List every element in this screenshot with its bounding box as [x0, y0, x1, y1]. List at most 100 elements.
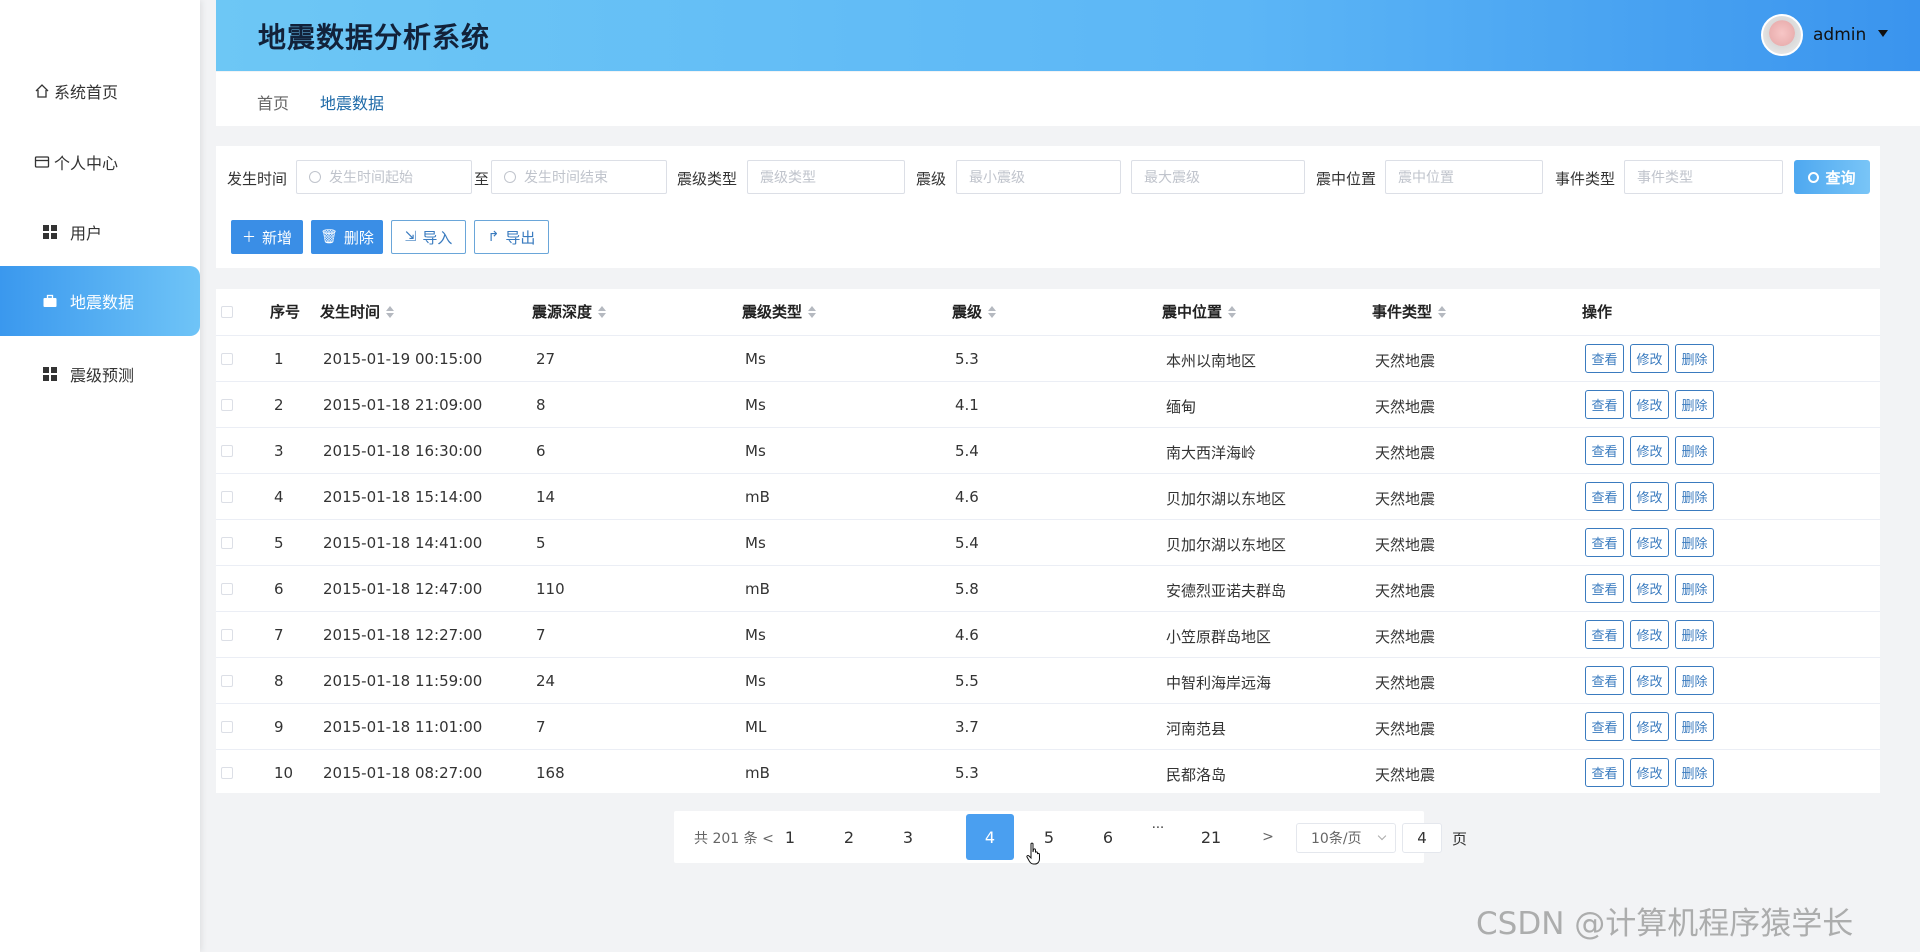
del-button[interactable]: 删除: [1675, 528, 1714, 557]
cell-depth: 110: [536, 580, 565, 598]
view-button[interactable]: 查看: [1585, 574, 1624, 603]
row-checkbox[interactable]: [221, 767, 233, 779]
view-button[interactable]: 查看: [1585, 620, 1624, 649]
sidebar-item-earthquake-data[interactable]: 地震数据: [0, 266, 200, 336]
page-6[interactable]: 6: [1084, 814, 1132, 860]
view-button[interactable]: 查看: [1585, 482, 1624, 511]
sidebar-item-magnitude-prediction[interactable]: 震级预测: [0, 339, 200, 409]
del-button[interactable]: 删除: [1675, 482, 1714, 511]
row-checkbox[interactable]: [221, 629, 233, 641]
page-size-select[interactable]: 10条/页: [1296, 823, 1396, 853]
delete-button[interactable]: 🗑 删除: [311, 220, 383, 254]
view-button[interactable]: 查看: [1585, 436, 1624, 465]
page-4[interactable]: 4: [966, 814, 1014, 860]
mag-max-input[interactable]: 最大震级: [1131, 160, 1305, 194]
row-checkbox[interactable]: [221, 721, 233, 733]
cell-event: 天然地震: [1375, 582, 1436, 600]
header-magnitude[interactable]: 震级: [952, 301, 997, 322]
header-location[interactable]: 震中位置: [1162, 301, 1237, 322]
view-button[interactable]: 查看: [1585, 666, 1624, 695]
edit-button[interactable]: 修改: [1630, 344, 1669, 373]
time-end-input[interactable]: 发生时间结束: [491, 160, 667, 194]
sidebar-item-profile[interactable]: 个人中心: [0, 127, 200, 197]
row-checkbox[interactable]: [221, 537, 233, 549]
page-3[interactable]: 3: [884, 814, 932, 860]
header-event[interactable]: 事件类型: [1372, 301, 1447, 322]
page-ellipsis[interactable]: ···: [1134, 805, 1182, 851]
cell-type: Ms: [745, 396, 766, 414]
event-input[interactable]: 事件类型: [1624, 160, 1783, 194]
sort-icon[interactable]: [1228, 305, 1237, 318]
cell-mag: 4.6: [955, 626, 979, 644]
del-button[interactable]: 删除: [1675, 666, 1714, 695]
cell-index: 4: [274, 488, 284, 506]
next-page-button[interactable]: >: [1244, 814, 1292, 860]
sort-icon[interactable]: [808, 305, 817, 318]
view-button[interactable]: 查看: [1585, 758, 1624, 787]
del-button[interactable]: 删除: [1675, 574, 1714, 603]
edit-button[interactable]: 修改: [1630, 482, 1669, 511]
edit-button[interactable]: 修改: [1630, 712, 1669, 741]
row-checkbox[interactable]: [221, 399, 233, 411]
edit-button[interactable]: 修改: [1630, 436, 1669, 465]
cell-time: 2015-01-18 11:59:00: [323, 672, 483, 690]
table-row: 9 2015-01-18 11:01:00 7 ML 3.7 河南范县 天然地震 查看 修改 删除: [216, 703, 1880, 749]
row-checkbox[interactable]: [221, 675, 233, 687]
import-button-label: 导入: [422, 228, 453, 247]
mag-min-input[interactable]: 最小震级: [956, 160, 1121, 194]
avatar[interactable]: [1761, 14, 1803, 56]
select-all-checkbox[interactable]: [221, 306, 233, 318]
breadcrumb: 首页 地震数据: [216, 72, 1920, 126]
caret-down-icon[interactable]: [1878, 30, 1888, 37]
del-button[interactable]: 删除: [1675, 344, 1714, 373]
row-checkbox[interactable]: [221, 583, 233, 595]
del-button[interactable]: 删除: [1675, 712, 1714, 741]
import-button[interactable]: ⇲ 导入: [391, 220, 466, 254]
time-start-input[interactable]: 发生时间起始: [296, 160, 472, 194]
view-button[interactable]: 查看: [1585, 528, 1624, 557]
sort-icon[interactable]: [598, 305, 607, 318]
del-button[interactable]: 删除: [1675, 620, 1714, 649]
app-header: 地震数据分析系统 admin: [216, 0, 1920, 71]
edit-button[interactable]: 修改: [1630, 390, 1669, 419]
cell-mag: 5.4: [955, 442, 979, 460]
page-1[interactable]: 1: [766, 814, 814, 860]
add-button[interactable]: ＋ 新增: [231, 220, 303, 254]
header-time[interactable]: 发生时间: [320, 301, 395, 322]
edit-button[interactable]: 修改: [1630, 620, 1669, 649]
header-type[interactable]: 震级类型: [742, 301, 817, 322]
sidebar-item-home[interactable]: 系统首页: [0, 56, 200, 126]
view-button[interactable]: 查看: [1585, 344, 1624, 373]
edit-button[interactable]: 修改: [1630, 666, 1669, 695]
location-input[interactable]: 震中位置: [1385, 160, 1543, 194]
sort-icon[interactable]: [988, 305, 997, 318]
sidebar-item-label: 地震数据: [70, 293, 135, 312]
cell-mag: 5.8: [955, 580, 979, 598]
sidebar-item-users[interactable]: 用户: [0, 197, 200, 267]
row-checkbox[interactable]: [221, 445, 233, 457]
row-checkbox[interactable]: [221, 491, 233, 503]
del-button[interactable]: 删除: [1675, 758, 1714, 787]
view-button[interactable]: 查看: [1585, 712, 1624, 741]
sort-icon[interactable]: [1438, 305, 1447, 318]
query-button[interactable]: 查询: [1794, 160, 1870, 194]
event-label: 事件类型: [1555, 170, 1616, 188]
header-depth[interactable]: 震源深度: [532, 301, 607, 322]
edit-button[interactable]: 修改: [1630, 758, 1669, 787]
table-row: 10 2015-01-18 08:27:00 168 mB 5.3 民都洛岛 天然地震 查看修…: [216, 749, 1880, 795]
breadcrumb-home[interactable]: 首页: [257, 90, 289, 114]
page-2[interactable]: 2: [825, 814, 873, 860]
user-name[interactable]: admin: [1813, 25, 1866, 45]
page-jump-input[interactable]: 4: [1402, 823, 1442, 853]
type-input[interactable]: 震级类型: [747, 160, 905, 194]
sort-icon[interactable]: [386, 305, 395, 318]
row-checkbox[interactable]: [221, 353, 233, 365]
del-button[interactable]: 删除: [1675, 390, 1714, 419]
view-button[interactable]: 查看: [1585, 390, 1624, 419]
cell-event: 天然地震: [1375, 720, 1436, 738]
edit-button[interactable]: 修改: [1630, 528, 1669, 557]
edit-button[interactable]: 修改: [1630, 574, 1669, 603]
export-button[interactable]: ↱ 导出: [474, 220, 549, 254]
page-21[interactable]: 21: [1187, 814, 1235, 860]
del-button[interactable]: 删除: [1675, 436, 1714, 465]
